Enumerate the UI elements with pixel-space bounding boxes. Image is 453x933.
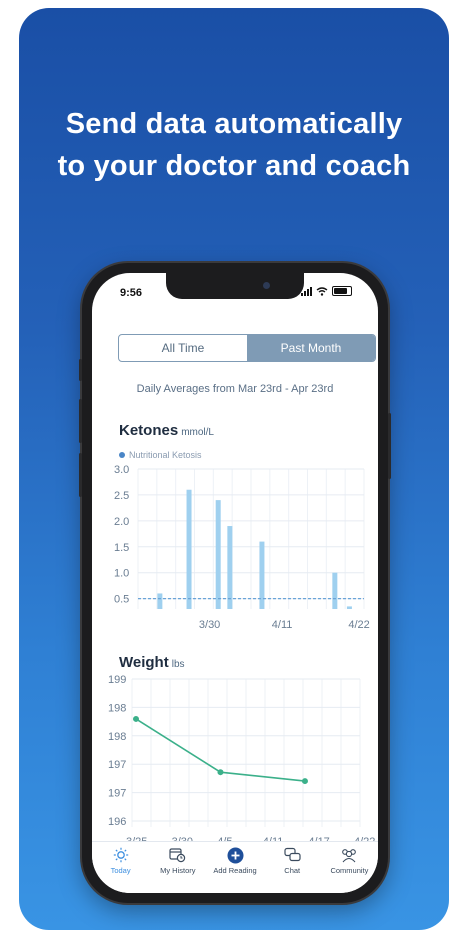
- ketones-title: Ketones mmol/L: [119, 422, 214, 439]
- ketones-chart-svg: 3.0 2.5 2.0 1.5 1.0 0.5 3/30 4/11 4/22: [114, 464, 370, 631]
- ketones-x-tick: 3/30: [199, 619, 220, 631]
- ketones-bar: [332, 572, 338, 609]
- mute-switch: [79, 359, 82, 381]
- weight-title-text: Weight: [119, 654, 169, 671]
- ketones-x-tick: 4/11: [272, 619, 293, 631]
- tab-label-community: Community: [330, 866, 369, 875]
- time-range-segmented-control: All Time Past Month: [118, 334, 376, 362]
- battery-icon: [332, 286, 352, 296]
- weight-title: Weight lbs: [119, 654, 185, 671]
- status-time: 9:56: [120, 287, 143, 299]
- weight-unit: lbs: [171, 659, 185, 670]
- ketones-y-tick: 0.5: [114, 594, 129, 606]
- tab-label-add-reading: Add Reading: [213, 866, 257, 875]
- notch: [166, 273, 304, 299]
- tab-bar: Today My History Add Reading Chat Commun…: [92, 841, 378, 893]
- ketones-y-tick: 1.5: [114, 542, 129, 554]
- weight-y-tick: 199: [108, 674, 126, 686]
- signal-icon: [301, 286, 312, 296]
- headline: Send data automatically to your doctor a…: [19, 103, 449, 187]
- promo-card: Send data automatically to your doctor a…: [19, 8, 449, 930]
- ketones-bar: [186, 489, 192, 609]
- ketones-unit: mmol/L: [181, 427, 214, 438]
- weight-y-tick: 197: [108, 788, 126, 800]
- ketones-y-tick: 2.5: [114, 490, 129, 502]
- phone-frame: 9:56 All Time Past Month Daily Averages …: [79, 263, 391, 903]
- weight-y-tick: 198: [108, 702, 126, 714]
- power-button: [388, 413, 391, 479]
- weight-y-tick: 196: [108, 816, 126, 828]
- plus-circle-icon: [227, 847, 243, 863]
- calendar-clock-icon: [169, 848, 186, 863]
- weight-y-tick: 198: [108, 731, 126, 743]
- headline-line-2: to your doctor and coach: [57, 150, 411, 182]
- tab-today[interactable]: Today: [92, 842, 149, 893]
- ketones-bar: [157, 593, 163, 609]
- date-range-label: Daily Averages from Mar 23rd - Apr 23rd: [136, 383, 334, 395]
- weight-chart: 1991981981971971963/253/304/54/114/174/2…: [92, 673, 378, 841]
- ketones-chart: 3.0 2.5 2.0 1.5 1.0 0.5 3/30 4/11 4/22: [92, 461, 378, 641]
- community-icon: [342, 849, 357, 863]
- ketones-y-tick: 2.0: [114, 516, 129, 528]
- camera-icon: [263, 282, 270, 289]
- ketones-y-tick: 3.0: [114, 464, 129, 476]
- ketones-bar: [227, 526, 233, 609]
- volume-up-button: [79, 399, 82, 443]
- status-icons: [301, 286, 352, 296]
- legend-label: Nutritional Ketosis: [129, 450, 202, 460]
- ketones-x-tick: 4/22: [348, 619, 369, 631]
- sun-icon: [113, 847, 128, 863]
- tab-label-chat: Chat: [284, 866, 301, 875]
- weight-y-tick: 197: [108, 759, 126, 771]
- segment-all-time[interactable]: All Time: [119, 335, 247, 361]
- volume-down-button: [79, 453, 82, 497]
- tab-add-reading[interactable]: Add Reading: [206, 842, 263, 893]
- chat-bubbles-icon: [284, 847, 301, 862]
- tab-label-my-history: My History: [160, 866, 196, 875]
- tab-chat[interactable]: Chat: [264, 842, 321, 893]
- weight-data-point: [217, 769, 224, 776]
- phone-screen: 9:56 All Time Past Month Daily Averages …: [92, 273, 378, 893]
- headline-line-1: Send data automatically: [65, 108, 403, 140]
- weight-data-point: [133, 715, 139, 722]
- segment-past-month[interactable]: Past Month: [247, 335, 375, 361]
- ketones-bar: [215, 500, 221, 609]
- tab-my-history[interactable]: My History: [149, 842, 206, 893]
- tab-label-today: Today: [110, 866, 131, 875]
- wifi-icon: [316, 286, 328, 296]
- weight-chart-svg: 1991981981971971963/253/304/54/114/174/2…: [108, 674, 375, 841]
- ketones-legend: Nutritional Ketosis: [119, 450, 202, 460]
- weight-data-point: [301, 778, 308, 785]
- ketones-y-tick: 1.0: [114, 568, 129, 580]
- ketones-title-text: Ketones: [119, 422, 179, 439]
- ketones-bar: [346, 606, 352, 609]
- legend-dot-icon: [119, 452, 125, 458]
- tab-community[interactable]: Community: [321, 842, 378, 893]
